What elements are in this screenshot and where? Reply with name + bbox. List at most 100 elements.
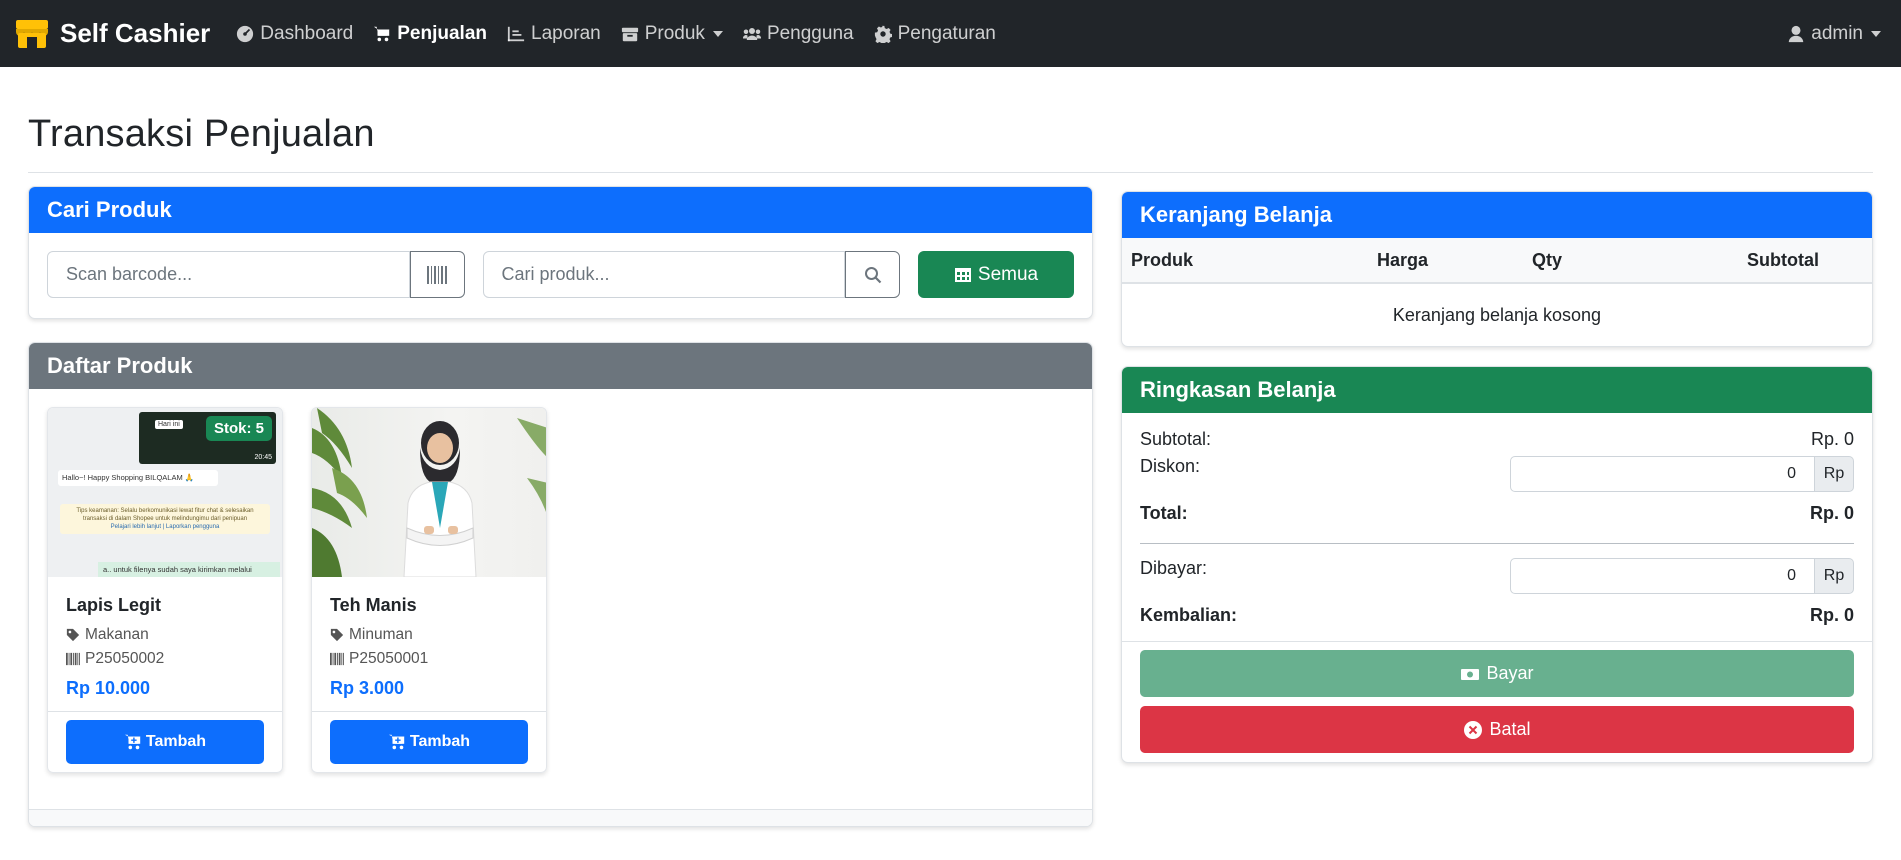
user-name: admin <box>1811 22 1863 44</box>
col-harga: Harga <box>1368 238 1523 284</box>
cart-empty-row: Keranjang belanja kosong <box>1122 283 1872 346</box>
paid-input-group: 0 Rp <box>1510 558 1854 594</box>
chat-reply-text: a.. untuk filenya sudah saya kirimkan me… <box>103 565 252 574</box>
nav-laporan-label: Laporan <box>531 22 601 44</box>
cart-table-header-row: Produk Harga Qty Subtotal <box>1122 238 1872 284</box>
search-card-header: Cari Produk <box>29 187 1092 233</box>
discount-label: Diskon: <box>1140 456 1201 476</box>
barcode-icon <box>427 265 447 284</box>
plant-graphic <box>312 408 546 577</box>
nav-produk-label: Produk <box>644 22 705 44</box>
product-image-chat-screenshot: Hari ini 20:45 Stok: 5 Hallo~! Happy Sho… <box>48 408 282 577</box>
cart-header: Keranjang Belanja <box>1122 192 1872 238</box>
add-to-cart-button[interactable]: Tambah <box>330 720 528 764</box>
gear-icon <box>874 25 892 43</box>
money-icon <box>1461 668 1480 680</box>
user-icon <box>1789 25 1804 42</box>
brand[interactable]: Self Cashier <box>14 18 210 50</box>
stock-badge: Stok: 5 <box>205 416 272 441</box>
main-row: Cari Produk Scan barcode... Cari produk.… <box>28 186 1873 827</box>
barcode-scan-button[interactable] <box>409 251 465 298</box>
barcode-icon <box>66 652 80 666</box>
pay-button-label: Bayar <box>1486 663 1534 683</box>
subtotal-row: Subtotal: Rp. 0 <box>1140 427 1854 451</box>
cart-table: Produk Harga Qty Subtotal Keranjang bela… <box>1122 238 1872 346</box>
dashboard-icon <box>237 25 254 42</box>
paid-label: Dibayar: <box>1140 558 1208 578</box>
product-list-footer <box>29 810 1092 826</box>
store-icon <box>16 19 48 48</box>
product-card[interactable]: Hari ini 20:45 Stok: 5 Hallo~! Happy Sho… <box>47 407 283 773</box>
nav-produk[interactable]: Produk <box>621 23 723 45</box>
brand-name: Self Cashier <box>60 18 211 48</box>
barcode-input[interactable]: Scan barcode... <box>47 251 410 298</box>
search-button[interactable] <box>845 251 900 298</box>
page-container: Transaksi Penjualan Cari Produk Scan bar… <box>0 113 1901 827</box>
product-code: P25050002 <box>66 650 264 668</box>
total-row: Total: Rp. 0 <box>1140 501 1854 525</box>
change-row: Kembalian: Rp. 0 <box>1140 603 1854 627</box>
summary-header: Ringkasan Belanja <box>1122 367 1872 413</box>
users-icon <box>742 27 761 40</box>
left-column: Cari Produk Scan barcode... Cari produk.… <box>28 186 1093 827</box>
chat-file-time: 20:45 <box>254 454 272 461</box>
nav-penjualan-label: Penjualan <box>397 22 487 44</box>
cancel-button[interactable]: Batal <box>1140 706 1854 753</box>
col-qty: Qty <box>1523 238 1738 284</box>
summary-actions: Bayar Batal <box>1122 641 1872 762</box>
product-grid: Hari ini 20:45 Stok: 5 Hallo~! Happy Sho… <box>29 389 1092 810</box>
col-subtotal: Subtotal <box>1738 238 1872 284</box>
right-column: Keranjang Belanja Produk Harga Qty Subto… <box>1121 191 1873 827</box>
product-list-header: Daftar Produk <box>29 343 1092 389</box>
change-value: Rp. 0 <box>1809 604 1854 625</box>
summary-divider <box>1140 543 1854 544</box>
search-card: Cari Produk Scan barcode... Cari produk.… <box>28 186 1093 319</box>
cart-icon <box>374 26 390 41</box>
product-footer: Tambah <box>48 711 282 772</box>
product-search-input[interactable]: Cari produk... <box>482 251 845 298</box>
nav-pengaturan-label: Pengaturan <box>897 22 996 44</box>
product-list-card: Daftar Produk Hari ini 20:45 Stok: 5 Hal… <box>28 342 1093 827</box>
subtotal-label: Subtotal: <box>1140 428 1212 449</box>
top-navbar: Self Cashier Dashboard Penjualan Laporan… <box>0 0 1901 67</box>
nav-pengaturan[interactable]: Pengaturan <box>874 23 996 45</box>
nav-pengguna[interactable]: Pengguna <box>742 22 854 45</box>
nav-dashboard-label: Dashboard <box>260 22 354 44</box>
add-to-cart-label: Tambah <box>409 733 471 750</box>
tag-icon <box>330 628 344 642</box>
nav-pengguna-label: Pengguna <box>766 22 854 44</box>
product-name: Lapis Legit <box>66 595 162 615</box>
chevron-down-icon <box>1871 30 1881 37</box>
total-label: Total: <box>1140 502 1188 523</box>
x-circle-icon <box>1464 720 1483 739</box>
nav-penjualan[interactable]: Penjualan <box>373 23 487 45</box>
product-card[interactable]: Teh Manis Minuman P25050001 Rp 3.000 Tam… <box>311 407 547 773</box>
chat-tip-text: Tips keamanan: Selalu berkomunikasi lewa… <box>76 508 254 523</box>
discount-input-group: 0 Rp <box>1510 456 1854 492</box>
barcode-icon <box>330 652 344 666</box>
nav-dashboard[interactable]: Dashboard <box>236 23 353 45</box>
product-category-text: Makanan <box>85 626 149 643</box>
chat-file-label: Hari ini <box>155 420 183 429</box>
paid-unit: Rp <box>1815 558 1854 594</box>
chat-reply-bubble: a.. untuk filenya sudah saya kirimkan me… <box>98 562 280 577</box>
product-code-text: P25050002 <box>85 650 165 667</box>
col-produk: Produk <box>1122 238 1368 284</box>
discount-input[interactable]: 0 <box>1510 456 1815 492</box>
cart-plus-icon <box>124 734 141 750</box>
table-icon <box>954 267 971 282</box>
user-menu[interactable]: admin <box>1787 23 1881 45</box>
cancel-button-label: Batal <box>1489 719 1531 739</box>
paid-input[interactable]: 0 <box>1510 558 1815 594</box>
subtotal-value: Rp. 0 <box>1810 428 1854 449</box>
show-all-button[interactable]: Semua <box>918 251 1074 298</box>
chevron-down-icon <box>712 30 723 37</box>
nav-laporan[interactable]: Laporan <box>507 23 601 45</box>
product-category-text: Minuman <box>349 626 413 643</box>
search-body: Scan barcode... Cari produk... Semua <box>29 233 1092 318</box>
add-to-cart-label: Tambah <box>145 733 207 750</box>
chat-tip-links: Pelajari lebih lanjut | Laporkan penggun… <box>110 524 220 531</box>
pay-button[interactable]: Bayar <box>1140 650 1854 697</box>
add-to-cart-button[interactable]: Tambah <box>66 720 264 764</box>
product-info: Teh Manis Minuman P25050001 Rp 3.000 <box>312 577 546 711</box>
